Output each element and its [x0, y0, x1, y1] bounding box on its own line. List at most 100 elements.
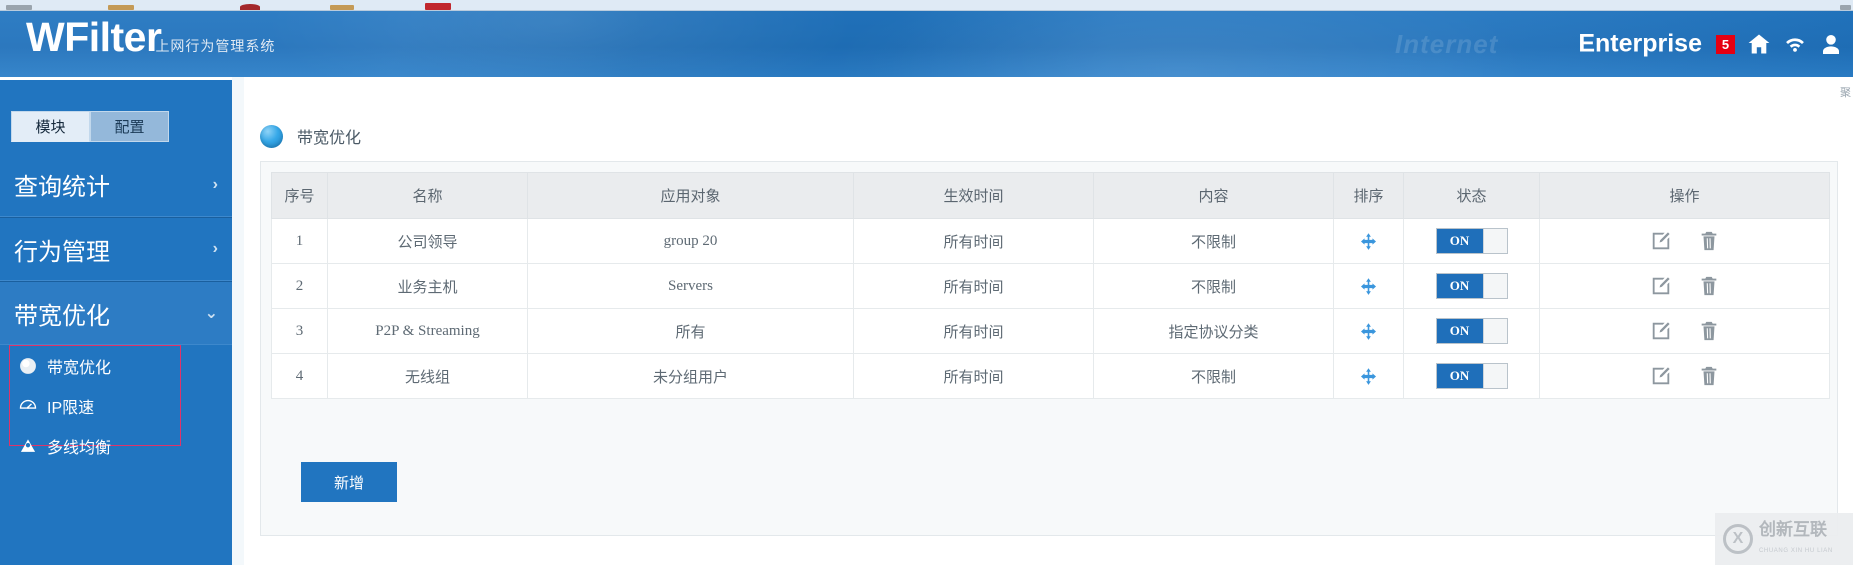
move-icon[interactable]: [1359, 322, 1378, 341]
header-background-watermark: Internet: [1395, 29, 1499, 59]
table-row: 4 无线组 未分组用户 所有时间 不限制 ON: [271, 353, 1830, 399]
status-toggle[interactable]: ON: [1435, 228, 1508, 254]
corner-label: 聚: [1840, 87, 1851, 99]
cell-sort[interactable]: [1333, 218, 1404, 264]
column-header-sort: 排序: [1333, 172, 1404, 219]
strip-item: [108, 5, 134, 10]
sidebar-item-bandwidth-optimization[interactable]: 带宽优化 ⌄: [0, 281, 232, 345]
content-panel: 聚 带宽优化 序号 名称 应用对象 生效时间 内容 排序 状态 操作 1 公司领…: [244, 77, 1853, 565]
toggle-knob: [1482, 229, 1507, 253]
move-icon[interactable]: [1359, 277, 1378, 296]
delete-icon[interactable]: [1698, 320, 1720, 342]
cell-state[interactable]: ON: [1403, 218, 1540, 264]
chevron-right-icon: ›: [212, 175, 218, 193]
cell-ops: [1539, 263, 1830, 309]
cell-object: 所有: [527, 308, 854, 354]
network-triangle-icon: [18, 436, 38, 456]
delete-icon[interactable]: [1698, 275, 1720, 297]
sidebar-item-behavior-management[interactable]: 行为管理 ›: [0, 217, 232, 281]
column-header-state: 状态: [1403, 172, 1540, 219]
rules-panel: 序号 名称 应用对象 生效时间 内容 排序 状态 操作 1 公司领导 group: [260, 161, 1838, 536]
cell-name: 业务主机: [327, 263, 528, 309]
sidebar-subitem-multi-line-balance[interactable]: 多线均衡: [10, 426, 180, 466]
sidebar-submenu: 带宽优化 IP限速 多线均衡: [9, 345, 181, 457]
move-icon[interactable]: [1359, 367, 1378, 386]
home-icon[interactable]: [1747, 32, 1771, 56]
status-toggle[interactable]: ON: [1435, 273, 1508, 299]
vendor-watermark: X 创新互联 CHUANG XIN HU LIAN: [1715, 513, 1853, 565]
delete-icon[interactable]: [1698, 230, 1720, 252]
cell-content: 不限制: [1093, 353, 1334, 399]
cell-ops: [1539, 218, 1830, 264]
cell-object: 未分组用户: [527, 353, 854, 399]
strip-item: [425, 3, 451, 10]
chevron-down-icon: ⌄: [204, 305, 218, 322]
header-icon-group: 5: [1716, 32, 1843, 56]
brand-name: WFilter: [26, 14, 162, 60]
cell-sort[interactable]: [1333, 263, 1404, 309]
status-toggle[interactable]: ON: [1435, 318, 1508, 344]
cell-state[interactable]: ON: [1403, 263, 1540, 309]
sidebar-tab-config[interactable]: 配置: [90, 111, 169, 142]
header-background: [0, 11, 1853, 77]
toggle-on-label: ON: [1436, 229, 1483, 253]
delete-icon[interactable]: [1698, 365, 1720, 387]
vendor-logo-icon: X: [1723, 524, 1753, 554]
cell-state[interactable]: ON: [1403, 353, 1540, 399]
brand-logo: WFilter 上网行为管理系统: [26, 17, 275, 58]
sidebar-item-label: 行为管理: [14, 238, 110, 266]
column-header-name: 名称: [327, 172, 528, 219]
sidebar-subitem-label: 带宽优化: [47, 360, 112, 377]
strip-item: [330, 5, 354, 10]
browser-tab-strip: [0, 0, 1853, 11]
strip-item: [6, 5, 32, 10]
cell-time: 所有时间: [853, 218, 1094, 264]
strip-item: [1840, 5, 1851, 10]
sidebar-subitem-label: 多线均衡: [47, 440, 112, 457]
cell-name: 公司领导: [327, 218, 528, 264]
vendor-name-cn: 创新互联: [1759, 520, 1827, 540]
table-row: 1 公司领导 group 20 所有时间 不限制 ON: [271, 218, 1830, 264]
toggle-on-label: ON: [1436, 274, 1483, 298]
page-title-label: 带宽优化: [297, 130, 362, 147]
sidebar-tab-modules[interactable]: 模块: [11, 111, 90, 142]
cell-index: 4: [271, 353, 328, 399]
cell-sort[interactable]: [1333, 308, 1404, 354]
status-toggle[interactable]: ON: [1435, 363, 1508, 389]
move-icon[interactable]: [1359, 232, 1378, 251]
cell-time: 所有时间: [853, 353, 1094, 399]
cell-sort[interactable]: [1333, 353, 1404, 399]
edit-icon[interactable]: [1650, 365, 1672, 387]
column-header-ops: 操作: [1539, 172, 1830, 219]
edit-icon[interactable]: [1650, 320, 1672, 342]
toggle-on-label: ON: [1436, 319, 1483, 343]
sidebar-item-query-stats[interactable]: 查询统计 ›: [0, 153, 232, 217]
table-header-row: 序号 名称 应用对象 生效时间 内容 排序 状态 操作: [271, 172, 1830, 219]
sidebar-tabs: 模块 配置: [11, 111, 169, 142]
sidebar-subitem-bandwidth-optimization[interactable]: 带宽优化: [10, 346, 180, 386]
cell-state[interactable]: ON: [1403, 308, 1540, 354]
page-title: 带宽优化: [260, 124, 361, 148]
cell-index: 3: [271, 308, 328, 354]
app-header: WFilter 上网行为管理系统 Internet Enterprise 5: [0, 11, 1853, 77]
edit-icon[interactable]: [1650, 275, 1672, 297]
edit-icon[interactable]: [1650, 230, 1672, 252]
toggle-knob: [1482, 319, 1507, 343]
cell-content: 不限制: [1093, 218, 1334, 264]
cell-index: 2: [271, 263, 328, 309]
table-row: 3 P2P & Streaming 所有 所有时间 指定协议分类 ON: [271, 308, 1830, 354]
table-row: 2 业务主机 Servers 所有时间 不限制 ON: [271, 263, 1830, 309]
sidebar-item-label: 带宽优化: [14, 302, 110, 330]
sidebar-subitem-ip-rate-limit[interactable]: IP限速: [10, 386, 180, 426]
toggle-knob: [1482, 364, 1507, 388]
chevron-right-icon: ›: [212, 240, 218, 257]
wifi-icon[interactable]: [1783, 32, 1807, 56]
toggle-knob: [1482, 274, 1507, 298]
sidebar-item-label: 查询统计: [14, 174, 110, 201]
user-icon[interactable]: [1819, 32, 1843, 56]
column-header-time: 生效时间: [853, 172, 1094, 219]
alert-badge[interactable]: 5: [1716, 34, 1735, 54]
add-button[interactable]: 新增: [301, 462, 397, 502]
cell-content: 不限制: [1093, 263, 1334, 309]
cell-name: P2P & Streaming: [327, 308, 528, 354]
